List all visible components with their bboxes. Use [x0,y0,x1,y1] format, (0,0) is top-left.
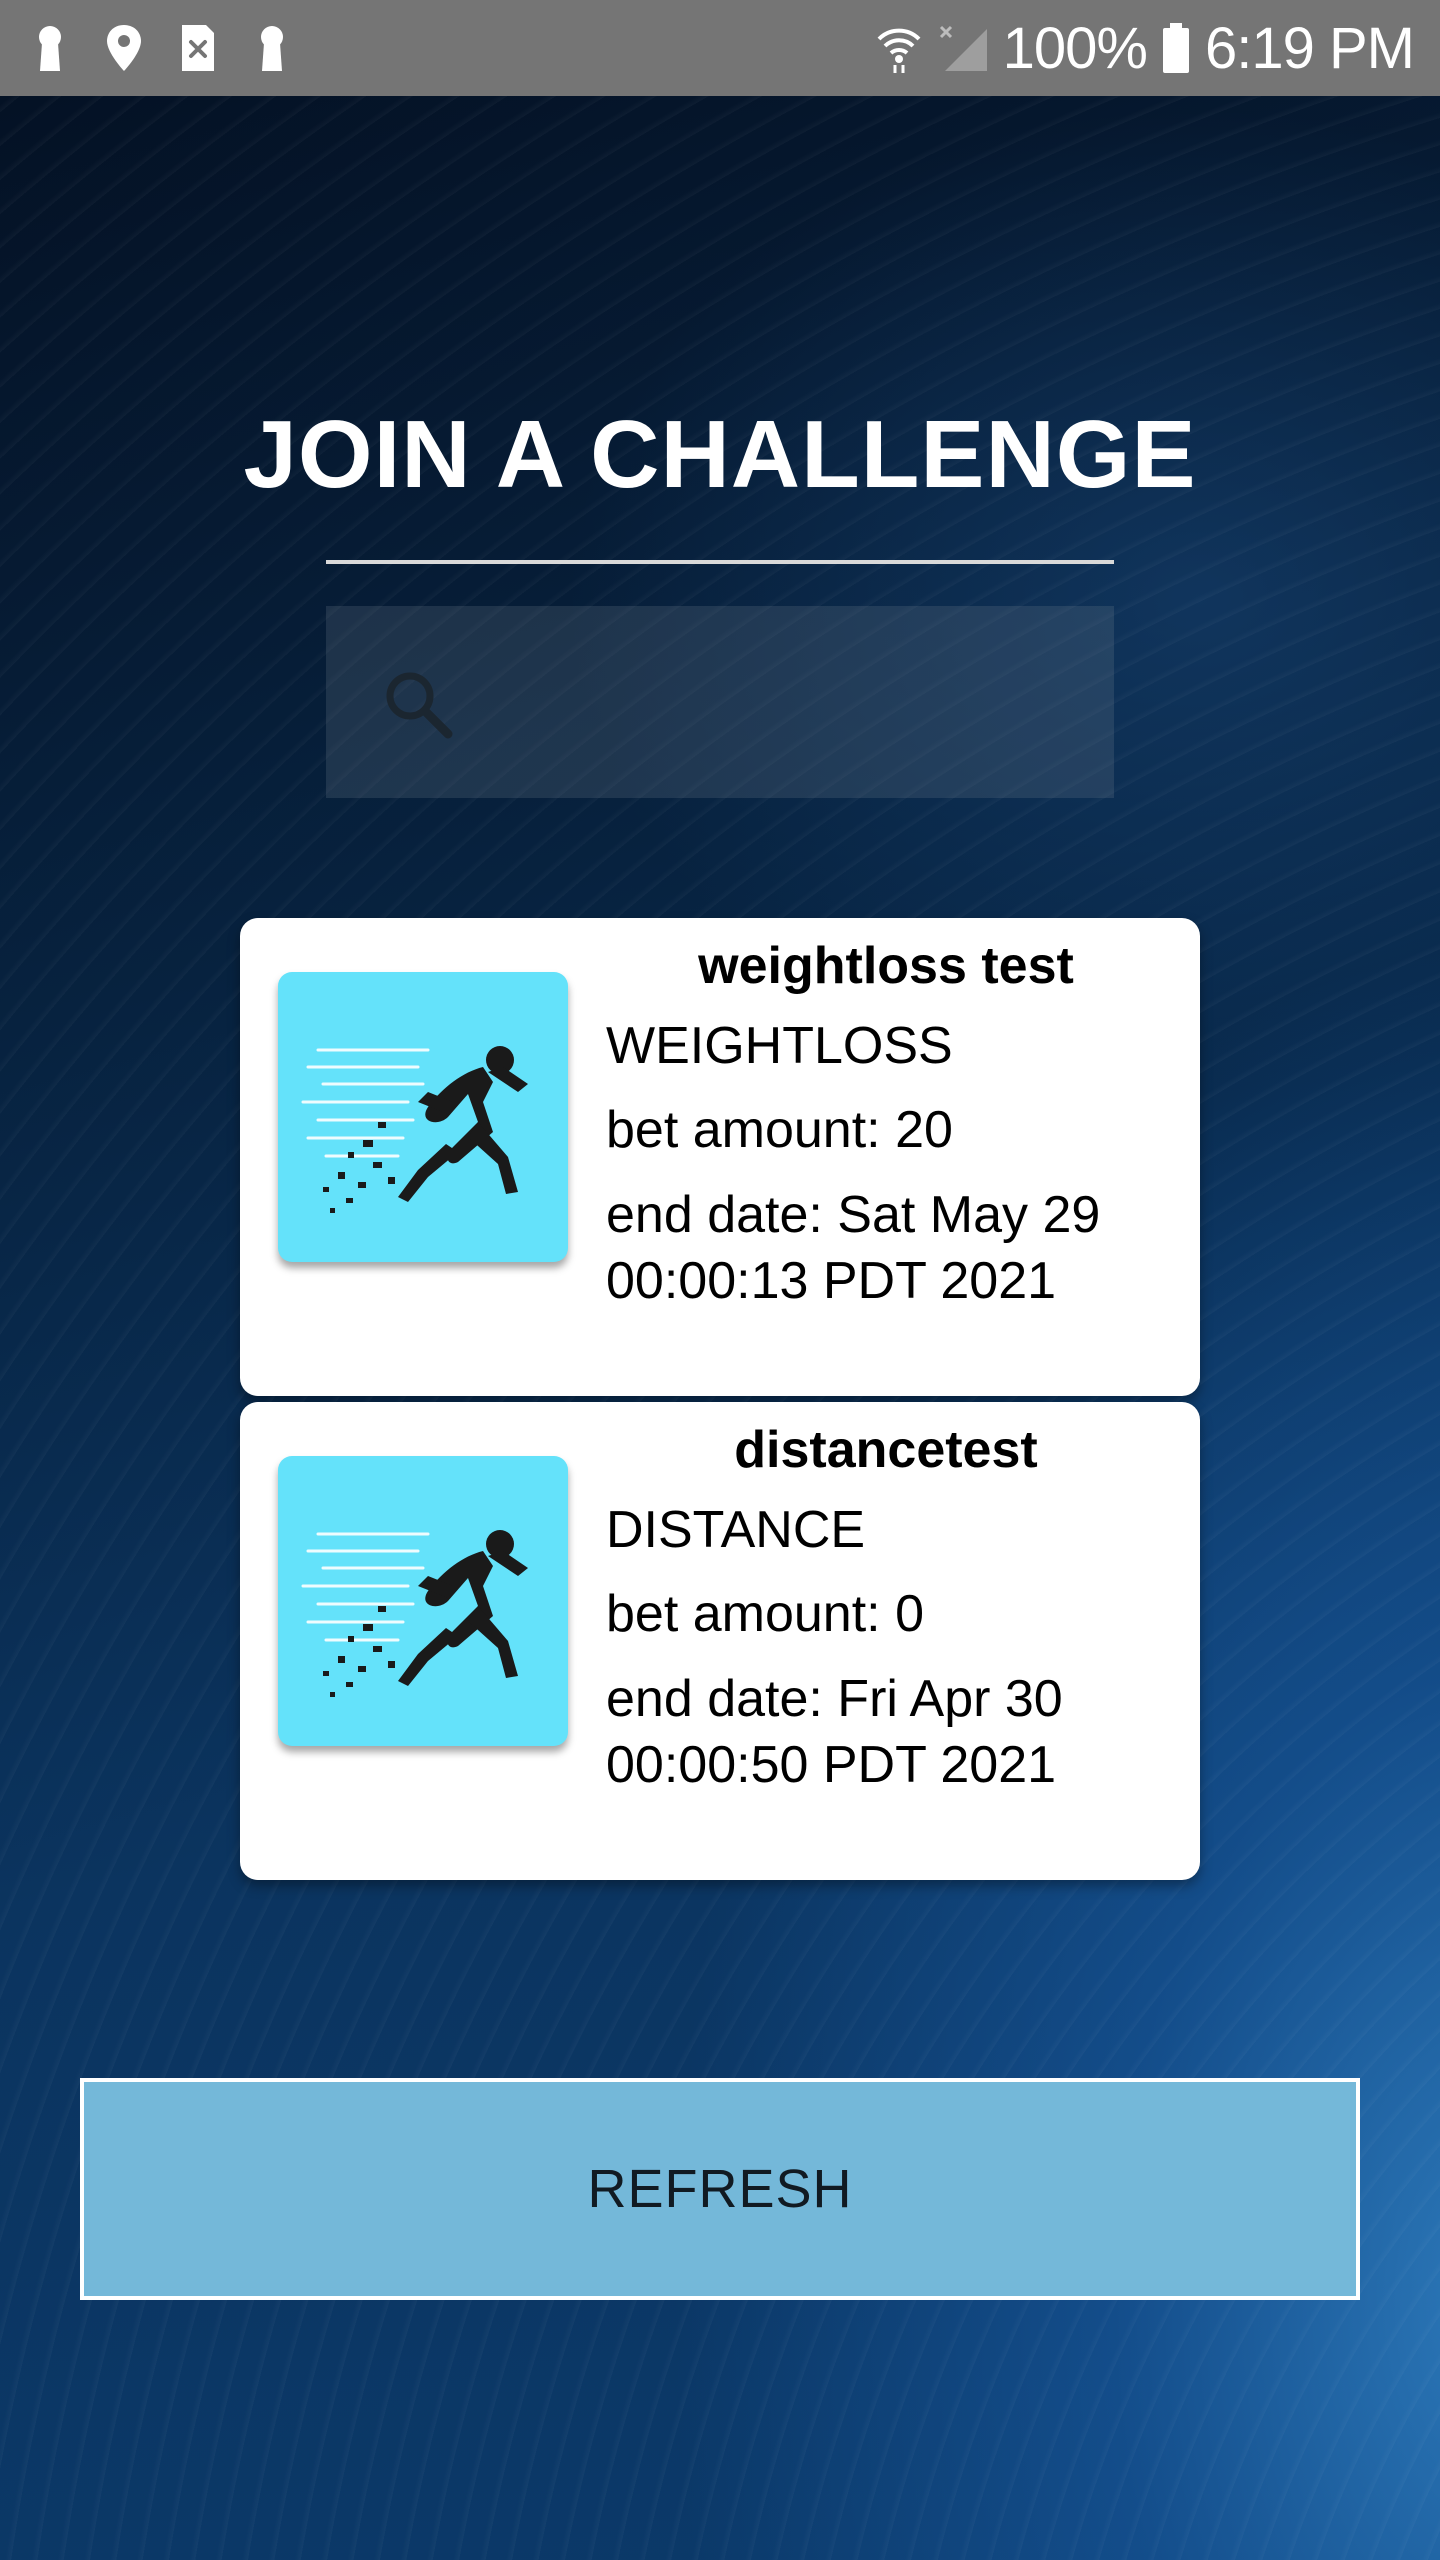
status-bar: 100% 6:19 PM [0,0,1440,96]
status-left-icons [30,23,292,73]
refresh-button[interactable]: REFRESH [80,2078,1360,2300]
sprinter-icon [301,1046,528,1213]
battery-percent: 100% [1002,15,1148,81]
sim-error-icon [182,25,214,71]
search-bar[interactable] [326,606,1114,798]
search-icon [386,672,453,739]
challenge-card[interactable]: weightloss test WEIGHTLOSS bet amount: 2… [240,918,1200,1396]
page-title: JOIN A CHALLENGE [243,401,1197,508]
challenge-thumbnail [278,972,568,1262]
signal-off-icon [939,25,987,71]
clock: 6:19 PM [1205,15,1415,81]
wifi-icon [877,28,921,73]
challenge-type: WEIGHTLOSS [606,1017,953,1075]
challenge-bet-amount: bet amount: 0 [606,1585,924,1643]
challenge-name: weightloss test [698,937,1074,995]
challenge-end-date: end date: Fri Apr 30 00:00:50 PDT 2021 [606,1670,1063,1794]
keyhole-icon [261,26,283,71]
challenge-thumbnail [278,1456,568,1746]
title-divider [326,560,1114,564]
challenge-end-date: end date: Sat May 29 00:00:13 PDT 2021 [606,1186,1101,1310]
challenge-name: distancetest [734,1421,1038,1479]
search-input[interactable] [476,646,1080,758]
status-right-icons: 100% 6:19 PM [875,15,1415,82]
location-pin-icon [107,25,141,71]
keyhole-icon [39,26,61,71]
battery-icon [1163,23,1189,73]
challenge-card[interactable]: distancetest DISTANCE bet amount: 0 end … [240,1402,1200,1880]
sprinter-icon [301,1530,528,1697]
challenge-type: DISTANCE [606,1501,866,1559]
challenge-bet-amount: bet amount: 20 [606,1101,953,1159]
